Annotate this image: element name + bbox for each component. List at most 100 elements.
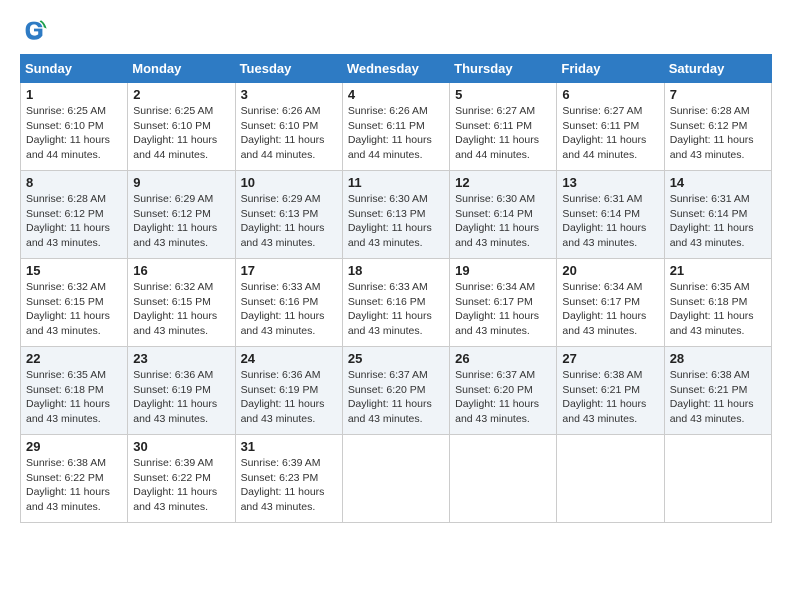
calendar-cell: 20Sunrise: 6:34 AMSunset: 6:17 PMDayligh… — [557, 259, 664, 347]
day-number: 6 — [562, 87, 658, 102]
calendar-cell: 2 Sunrise: 6:25 AMSunset: 6:10 PMDaylight… — [128, 83, 235, 171]
day-info: Sunrise: 6:25 AMSunset: 6:10 PMDaylight:… — [26, 104, 122, 163]
day-info: Sunrise: 6:39 AMSunset: 6:22 PMDaylight:… — [133, 456, 229, 515]
day-number: 8 — [26, 175, 122, 190]
calendar-cell: 18 Sunrise: 6:33 AMSunset: 6:16 PMDayligh… — [342, 259, 449, 347]
day-number: 7 — [670, 87, 766, 102]
day-number: 27 — [562, 351, 658, 366]
day-number: 29 — [26, 439, 122, 454]
day-number: 30 — [133, 439, 229, 454]
page-header — [20, 16, 772, 44]
calendar-cell: 15Sunrise: 6:32 AMSunset: 6:15 PMDayligh… — [21, 259, 128, 347]
calendar-cell: 28 Sunrise: 6:38 AMSunset: 6:21 PMDayligh… — [664, 347, 771, 435]
calendar-week-row: 29 Sunrise: 6:38 AMSunset: 6:22 PMDayligh… — [21, 435, 772, 523]
calendar-week-row: 22 Sunrise: 6:35 AMSunset: 6:18 PMDayligh… — [21, 347, 772, 435]
day-info: Sunrise: 6:34 AMSunset: 6:17 PMDaylight:… — [562, 280, 658, 339]
calendar-cell: 10Sunrise: 6:29 AMSunset: 6:13 PMDayligh… — [235, 171, 342, 259]
day-info: Sunrise: 6:38 AMSunset: 6:21 PMDaylight:… — [562, 368, 658, 427]
day-info: Sunrise: 6:33 AMSunset: 6:16 PMDaylight:… — [241, 280, 337, 339]
calendar-week-row: 8 Sunrise: 6:28 AMSunset: 6:12 PMDaylight… — [21, 171, 772, 259]
day-info: Sunrise: 6:27 AMSunset: 6:11 PMDaylight:… — [562, 104, 658, 163]
calendar-cell: 25 Sunrise: 6:37 AMSunset: 6:20 PMDayligh… — [342, 347, 449, 435]
day-info: Sunrise: 6:37 AMSunset: 6:20 PMDaylight:… — [348, 368, 444, 427]
calendar-cell: 6 Sunrise: 6:27 AMSunset: 6:11 PMDaylight… — [557, 83, 664, 171]
day-number: 19 — [455, 263, 551, 278]
day-number: 2 — [133, 87, 229, 102]
day-info: Sunrise: 6:39 AMSunset: 6:23 PMDaylight:… — [241, 456, 337, 515]
calendar-cell: 8 Sunrise: 6:28 AMSunset: 6:12 PMDaylight… — [21, 171, 128, 259]
calendar-cell — [342, 435, 449, 523]
day-number: 13 — [562, 175, 658, 190]
calendar-cell: 3Sunrise: 6:26 AMSunset: 6:10 PMDaylight… — [235, 83, 342, 171]
day-info: Sunrise: 6:26 AMSunset: 6:11 PMDaylight:… — [348, 104, 444, 163]
day-info: Sunrise: 6:32 AMSunset: 6:15 PMDaylight:… — [133, 280, 229, 339]
day-info: Sunrise: 6:34 AMSunset: 6:17 PMDaylight:… — [455, 280, 551, 339]
calendar-week-row: 15 Sunrise: 6:32 AMSunset: 6:15 PMDayligh… — [21, 259, 772, 347]
day-info: Sunrise: 6:28 AMSunset: 6:12 PMDaylight:… — [670, 104, 766, 163]
calendar-cell: 29 Sunrise: 6:38 AMSunset: 6:22 PMDayligh… — [21, 435, 128, 523]
day-number: 25 — [348, 351, 444, 366]
day-info: Sunrise: 6:38 AMSunset: 6:22 PMDaylight:… — [26, 456, 122, 515]
day-info: Sunrise: 6:37 AMSunset: 6:20 PMDaylight:… — [455, 368, 551, 427]
day-number: 9 — [133, 175, 229, 190]
calendar-cell: 19 Sunrise: 6:34 AMSunset: 6:17 PMDayligh… — [450, 259, 557, 347]
day-info: Sunrise: 6:31 AMSunset: 6:14 PMDaylight:… — [670, 192, 766, 251]
logo — [20, 16, 52, 44]
calendar-cell: 4 Sunrise: 6:26 AMSunset: 6:11 PMDaylight… — [342, 83, 449, 171]
weekday-header: Friday — [557, 55, 664, 83]
day-number: 14 — [670, 175, 766, 190]
day-info: Sunrise: 6:36 AMSunset: 6:19 PMDaylight:… — [241, 368, 337, 427]
calendar-cell: 24 Sunrise: 6:36 AMSunset: 6:19 PMDayligh… — [235, 347, 342, 435]
weekday-header-row: SundayMondayTuesdayWednesdayThursdayFrid… — [21, 55, 772, 83]
day-info: Sunrise: 6:28 AMSunset: 6:12 PMDaylight:… — [26, 192, 122, 251]
weekday-header: Monday — [128, 55, 235, 83]
day-info: Sunrise: 6:30 AMSunset: 6:14 PMDaylight:… — [455, 192, 551, 251]
calendar-table: SundayMondayTuesdayWednesdayThursdayFrid… — [20, 54, 772, 523]
day-number: 18 — [348, 263, 444, 278]
calendar-cell: 22 Sunrise: 6:35 AMSunset: 6:18 PMDayligh… — [21, 347, 128, 435]
day-number: 1 — [26, 87, 122, 102]
calendar-cell: 1 Sunrise: 6:25 AMSunset: 6:10 PMDaylight… — [21, 83, 128, 171]
calendar-cell: 11Sunrise: 6:30 AMSunset: 6:13 PMDayligh… — [342, 171, 449, 259]
day-number: 26 — [455, 351, 551, 366]
day-number: 4 — [348, 87, 444, 102]
calendar-cell: 12 Sunrise: 6:30 AMSunset: 6:14 PMDayligh… — [450, 171, 557, 259]
day-number: 28 — [670, 351, 766, 366]
weekday-header: Saturday — [664, 55, 771, 83]
day-info: Sunrise: 6:38 AMSunset: 6:21 PMDaylight:… — [670, 368, 766, 427]
day-number: 11 — [348, 175, 444, 190]
day-info: Sunrise: 6:36 AMSunset: 6:19 PMDaylight:… — [133, 368, 229, 427]
day-info: Sunrise: 6:35 AMSunset: 6:18 PMDaylight:… — [670, 280, 766, 339]
calendar-cell — [450, 435, 557, 523]
calendar-cell: 26 Sunrise: 6:37 AMSunset: 6:20 PMDayligh… — [450, 347, 557, 435]
calendar-cell: 9 Sunrise: 6:29 AMSunset: 6:12 PMDaylight… — [128, 171, 235, 259]
day-number: 21 — [670, 263, 766, 278]
day-info: Sunrise: 6:29 AMSunset: 6:12 PMDaylight:… — [133, 192, 229, 251]
calendar-cell: 14 Sunrise: 6:31 AMSunset: 6:14 PMDayligh… — [664, 171, 771, 259]
weekday-header: Tuesday — [235, 55, 342, 83]
day-number: 5 — [455, 87, 551, 102]
calendar-cell: 23Sunrise: 6:36 AMSunset: 6:19 PMDayligh… — [128, 347, 235, 435]
day-info: Sunrise: 6:33 AMSunset: 6:16 PMDaylight:… — [348, 280, 444, 339]
day-number: 22 — [26, 351, 122, 366]
calendar-cell: 30 Sunrise: 6:39 AMSunset: 6:22 PMDayligh… — [128, 435, 235, 523]
day-info: Sunrise: 6:26 AMSunset: 6:10 PMDaylight:… — [241, 104, 337, 163]
calendar-cell: 31 Sunrise: 6:39 AMSunset: 6:23 PMDayligh… — [235, 435, 342, 523]
weekday-header: Sunday — [21, 55, 128, 83]
weekday-header: Wednesday — [342, 55, 449, 83]
day-number: 24 — [241, 351, 337, 366]
day-info: Sunrise: 6:31 AMSunset: 6:14 PMDaylight:… — [562, 192, 658, 251]
day-number: 31 — [241, 439, 337, 454]
day-info: Sunrise: 6:27 AMSunset: 6:11 PMDaylight:… — [455, 104, 551, 163]
day-number: 12 — [455, 175, 551, 190]
calendar-cell: 7 Sunrise: 6:28 AMSunset: 6:12 PMDaylight… — [664, 83, 771, 171]
calendar-cell: 16 Sunrise: 6:32 AMSunset: 6:15 PMDayligh… — [128, 259, 235, 347]
calendar-cell — [664, 435, 771, 523]
day-number: 10 — [241, 175, 337, 190]
day-number: 15 — [26, 263, 122, 278]
calendar-cell: 21 Sunrise: 6:35 AMSunset: 6:18 PMDayligh… — [664, 259, 771, 347]
day-info: Sunrise: 6:25 AMSunset: 6:10 PMDaylight:… — [133, 104, 229, 163]
day-info: Sunrise: 6:35 AMSunset: 6:18 PMDaylight:… — [26, 368, 122, 427]
calendar-cell: 17Sunrise: 6:33 AMSunset: 6:16 PMDayligh… — [235, 259, 342, 347]
day-number: 16 — [133, 263, 229, 278]
